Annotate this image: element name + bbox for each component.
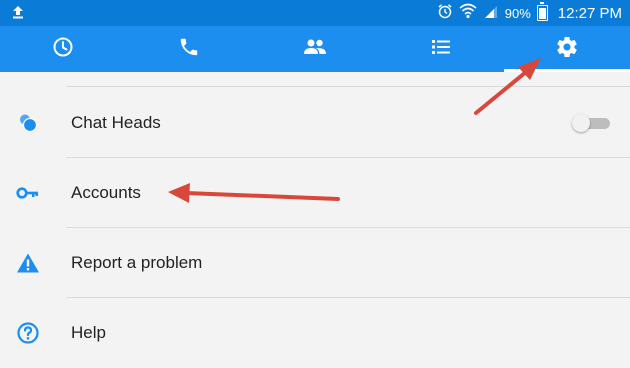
- wifi-icon: [459, 3, 477, 24]
- settings-item-help[interactable]: Help: [0, 298, 630, 368]
- list-top-divider: [66, 86, 630, 87]
- settings-item-label: Help: [71, 323, 106, 342]
- settings-item-chat-heads[interactable]: Chat Heads: [0, 88, 630, 158]
- gear-icon: [555, 35, 579, 64]
- tab-groups[interactable]: [378, 26, 504, 72]
- people-icon: [303, 36, 327, 63]
- key-icon: [16, 181, 40, 205]
- settings-item-label: Report a problem: [71, 253, 203, 272]
- phone-icon: [178, 36, 200, 63]
- alarm-icon: [437, 3, 453, 24]
- status-bar: 90% 12:27 PM: [0, 0, 630, 26]
- chat-heads-toggle[interactable]: [572, 114, 610, 132]
- settings-item-label: Chat Heads: [71, 113, 161, 132]
- tab-people[interactable]: [252, 26, 378, 72]
- warning-icon: [16, 251, 40, 275]
- tab-calls[interactable]: [126, 26, 252, 72]
- settings-item-label: Accounts: [71, 183, 141, 202]
- settings-item-accounts[interactable]: Accounts: [0, 158, 630, 228]
- status-time: 12:27 PM: [557, 4, 622, 22]
- tab-settings[interactable]: [504, 26, 630, 72]
- clock-icon: [52, 36, 74, 63]
- upload-icon: [10, 4, 26, 25]
- list-icon: [430, 37, 452, 62]
- battery-icon: [536, 2, 548, 21]
- settings-item-report-problem[interactable]: Report a problem: [0, 228, 630, 298]
- signal-icon: [483, 3, 499, 24]
- chat-heads-icon: [16, 111, 40, 135]
- battery-percent: 90%: [504, 5, 531, 21]
- help-icon: [16, 321, 40, 345]
- tab-recent[interactable]: [0, 26, 126, 72]
- tab-bar: [0, 26, 630, 72]
